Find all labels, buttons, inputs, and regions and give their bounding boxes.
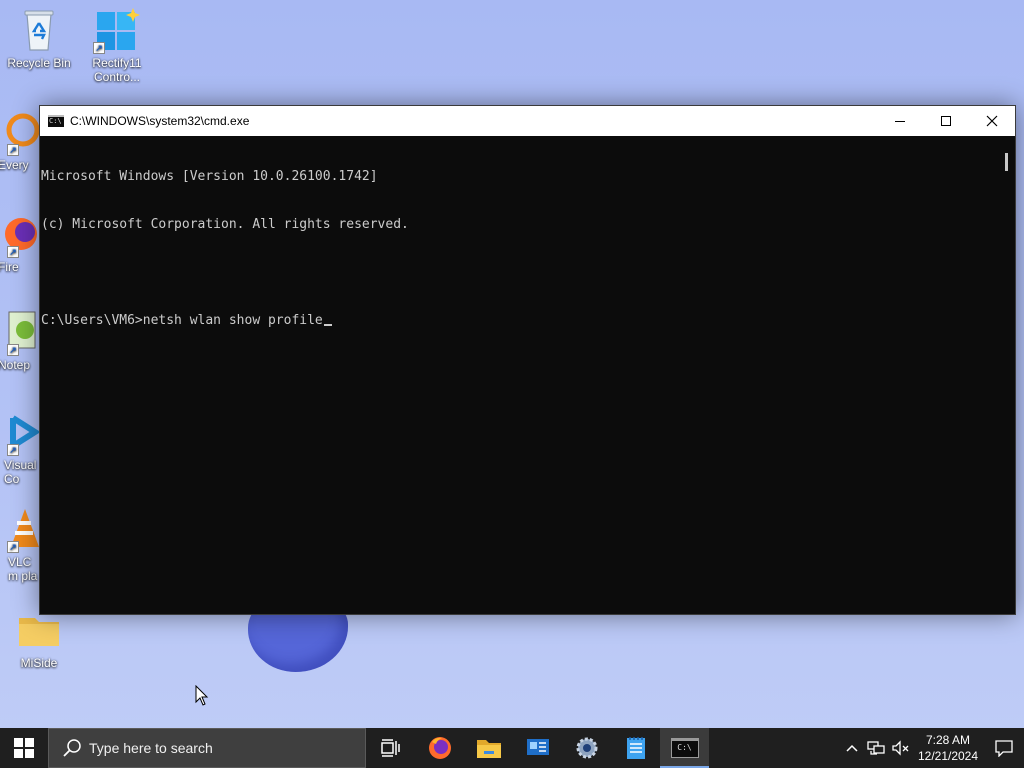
task-view-icon (380, 739, 400, 757)
desktop-icon-recycle-bin[interactable]: Recycle Bin (0, 6, 78, 70)
vertical-scrollbar[interactable] (998, 136, 1015, 614)
console-line: (c) Microsoft Corporation. All rights re… (41, 217, 409, 232)
minimize-icon (895, 120, 905, 122)
mouse-pointer-icon (195, 685, 209, 706)
everything-search-icon: ↗ (0, 108, 41, 156)
text-cursor (323, 324, 332, 326)
shortcut-arrow-icon: ↗ (7, 344, 19, 356)
close-icon (986, 115, 998, 127)
taskbar-clock[interactable]: 7:28 AM 12/21/2024 (912, 732, 984, 764)
desktop-icon-label: VLC m pla (8, 555, 38, 583)
taskbar-file-explorer[interactable] (464, 728, 513, 768)
window-controls (877, 106, 1015, 136)
taskbar-command-prompt[interactable]: C:\ (660, 728, 709, 768)
taskbar-firefox[interactable] (415, 728, 464, 768)
desktop-icon-miside[interactable]: MiSide (0, 606, 78, 670)
command-prompt-icon: C:\ (670, 738, 699, 758)
file-explorer-icon (476, 740, 501, 758)
notepad-plus-icon: ↗ (0, 308, 41, 356)
shortcut-arrow-icon: ↗ (93, 42, 105, 54)
notification-center-button[interactable] (984, 728, 1024, 768)
volume-muted-icon (892, 740, 909, 756)
scrollbar-thumb[interactable] (1005, 153, 1008, 171)
system-tray: 7:28 AM 12/21/2024 (840, 728, 1024, 768)
windows-logo-icon: ↗ (93, 6, 141, 54)
desktop-icon-label: Recycle Bin (7, 56, 71, 70)
desktop-icon-label: Rectify11 Contro... (92, 56, 142, 84)
network-button[interactable] (864, 728, 888, 768)
window-title: C:\WINDOWS\system32\cmd.exe (70, 114, 250, 128)
firefox-icon (428, 737, 451, 759)
desktop-icon-rectify11[interactable]: ↗ Rectify11 Contro... (78, 6, 156, 84)
firefox-icon: ↗ (0, 210, 41, 258)
recycle-bin-icon (15, 6, 63, 54)
shortcut-arrow-icon: ↗ (7, 444, 19, 456)
clock-date: 12/21/2024 (917, 749, 979, 763)
windows-start-icon (14, 738, 34, 758)
notification-icon (995, 740, 1013, 757)
chevron-up-icon (846, 744, 858, 752)
shortcut-arrow-icon: ↗ (7, 246, 19, 258)
notepad-icon (626, 737, 645, 759)
start-button[interactable] (0, 728, 48, 768)
control-panel-icon (526, 739, 549, 755)
cmd-app-icon: C:\ (48, 115, 64, 127)
console-output[interactable]: Microsoft Windows [Version 10.0.26100.17… (40, 136, 998, 614)
shortcut-arrow-icon: ↗ (7, 144, 19, 156)
volume-button[interactable] (888, 728, 912, 768)
clock-time: 7:28 AM (925, 733, 971, 747)
desktop-icon-label: MiSide (20, 656, 58, 670)
shortcut-arrow-icon: ↗ (7, 541, 19, 553)
taskbar-notepad[interactable] (611, 728, 660, 768)
taskbar-control-panel[interactable] (513, 728, 562, 768)
desktop-icon-label: Visual Co (4, 458, 37, 486)
maximize-button[interactable] (923, 106, 969, 136)
console-command: C:\Users\VM6>netsh wlan show profile (41, 313, 323, 328)
taskbar-search-box[interactable]: Type here to search (48, 728, 366, 768)
taskbar-task-view[interactable] (366, 728, 415, 768)
maximize-icon (941, 116, 951, 126)
console-input-line[interactable]: C:\Users\VM6>netsh wlan show profile (41, 313, 998, 329)
vscode-icon: ↗ (0, 408, 41, 456)
settings-gear-icon (576, 737, 597, 759)
search-icon (63, 739, 81, 757)
window-titlebar[interactable]: C:\ C:\WINDOWS\system32\cmd.exe (40, 106, 1015, 136)
show-hidden-icons-button[interactable] (840, 728, 864, 768)
minimize-button[interactable] (877, 106, 923, 136)
search-placeholder: Type here to search (89, 740, 213, 756)
close-button[interactable] (969, 106, 1015, 136)
taskbar-settings[interactable] (562, 728, 611, 768)
command-prompt-window[interactable]: C:\ C:\WINDOWS\system32\cmd.exe Microsof… (39, 105, 1016, 615)
taskbar: Type here to search C:\ 7:28 AM 12/21/20… (0, 728, 1024, 768)
network-icon (867, 741, 885, 755)
console-line: Microsoft Windows [Version 10.0.26100.17… (41, 169, 378, 184)
vlc-cone-icon: ↗ (0, 505, 41, 553)
